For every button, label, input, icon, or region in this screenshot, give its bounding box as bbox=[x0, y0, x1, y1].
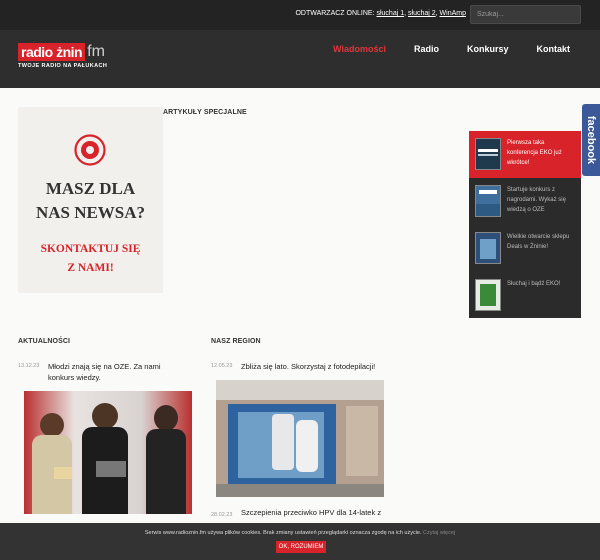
main-nav: Wiadomości Radio Konkursy Kontakt bbox=[305, 44, 570, 54]
winamp-link[interactable]: WinAmp bbox=[440, 10, 466, 17]
region-title-link[interactable]: Zbliża się lato. Skorzystaj z fotodepila… bbox=[241, 361, 386, 372]
logo-fm: fm bbox=[87, 43, 105, 60]
cookie-text: Serwis www.radioznin.fm używa plików coo… bbox=[144, 530, 422, 536]
player-label: ODTWARZACZ ONLINE: bbox=[295, 10, 375, 17]
special-article-item[interactable]: Startuje konkurs z nagrodami. Wykaż się … bbox=[469, 178, 581, 225]
article-title: Wielkie otwarcie sklepu Deals w Żninie! bbox=[507, 234, 570, 250]
region-date: 12.05.23 bbox=[211, 363, 233, 369]
cookie-bar: Serwis www.radioznin.fm używa plików coo… bbox=[0, 523, 600, 560]
site-logo[interactable]: radio żnin fm TWOJE RADIO NA PAŁUKACH bbox=[18, 43, 107, 69]
listen-2-link[interactable]: słuchaj 2 bbox=[408, 10, 436, 17]
region-photo[interactable] bbox=[216, 380, 384, 497]
top-bar: ODTWARZACZ ONLINE: słuchaj 1, słuchaj 2,… bbox=[0, 0, 600, 30]
special-article-item[interactable]: Pierwsza taka konferencja EKO już wkrótc… bbox=[469, 131, 581, 178]
banner-line-1: MASZ DLA bbox=[45, 179, 136, 198]
news-tip-banner[interactable]: MASZ DLA NAS NEWSA? SKONTAKTUJ SIĘ Z NAM… bbox=[18, 107, 163, 293]
cookie-accept-button[interactable]: OK, ROZUMIEM bbox=[276, 541, 326, 553]
special-articles-list: Pierwsza taka konferencja EKO już wkrótc… bbox=[469, 131, 581, 318]
banner-cta-1: SKONTAKTUJ SIĘ bbox=[40, 243, 141, 255]
article-title: Słuchaj i bądź EKO! bbox=[507, 281, 561, 287]
news-date: 13.12.23 bbox=[18, 363, 40, 369]
listen-1-link[interactable]: słuchaj 1 bbox=[376, 10, 404, 17]
facebook-tab[interactable]: facebook bbox=[582, 104, 600, 176]
facebook-label: facebook bbox=[585, 115, 597, 165]
special-article-item[interactable]: Słuchaj i bądź EKO! bbox=[469, 272, 581, 319]
special-articles-heading: ARTYKUŁY SPECJALNE bbox=[163, 109, 247, 116]
article-thumbnail bbox=[475, 232, 501, 264]
news-title-link[interactable]: Młodzi znają się na OZE. Za nami konkurs… bbox=[48, 361, 188, 383]
header: radio żnin fm TWOJE RADIO NA PAŁUKACH Wi… bbox=[0, 30, 600, 88]
special-article-item[interactable]: Wielkie otwarcie sklepu Deals w Żninie! bbox=[469, 225, 581, 272]
article-title: Startuje konkurs z nagrodami. Wykaż się … bbox=[507, 187, 566, 213]
banner-line-2: NAS NEWSA? bbox=[35, 203, 146, 222]
news-photo[interactable] bbox=[24, 391, 192, 514]
region-date: 28.02.23 bbox=[211, 512, 233, 518]
nav-item-radio[interactable]: Radio bbox=[414, 44, 439, 54]
article-title: Pierwsza taka konferencja EKO już wkrótc… bbox=[507, 140, 562, 166]
logo-name: radio żnin bbox=[18, 43, 86, 61]
news-heading: AKTUALNOŚCI bbox=[18, 338, 71, 345]
cookie-notice: Serwis www.radioznin.fm używa plików coo… bbox=[0, 530, 600, 536]
article-thumbnail bbox=[475, 279, 501, 311]
nav-item-contests[interactable]: Konkursy bbox=[467, 44, 509, 54]
search-input[interactable] bbox=[470, 5, 581, 24]
online-player: ODTWARZACZ ONLINE: słuchaj 1, słuchaj 2,… bbox=[295, 10, 466, 17]
region-title-link[interactable]: Szczepienia przeciwko HPV dla 14-latek z bbox=[241, 507, 386, 518]
region-heading: NASZ REGION bbox=[211, 338, 261, 345]
banner-cta-2: Z NAMI! bbox=[67, 262, 114, 274]
record-icon bbox=[74, 134, 106, 166]
article-thumbnail bbox=[475, 185, 501, 217]
logo-slogan: TWOJE RADIO NA PAŁUKACH bbox=[18, 63, 108, 69]
article-thumbnail bbox=[475, 138, 501, 170]
nav-item-contact[interactable]: Kontakt bbox=[537, 44, 571, 54]
nav-item-news[interactable]: Wiadomości bbox=[333, 44, 386, 54]
cookie-more-link[interactable]: Czytaj więcej bbox=[423, 530, 455, 536]
logo-mark: radio żnin fm bbox=[18, 43, 107, 61]
